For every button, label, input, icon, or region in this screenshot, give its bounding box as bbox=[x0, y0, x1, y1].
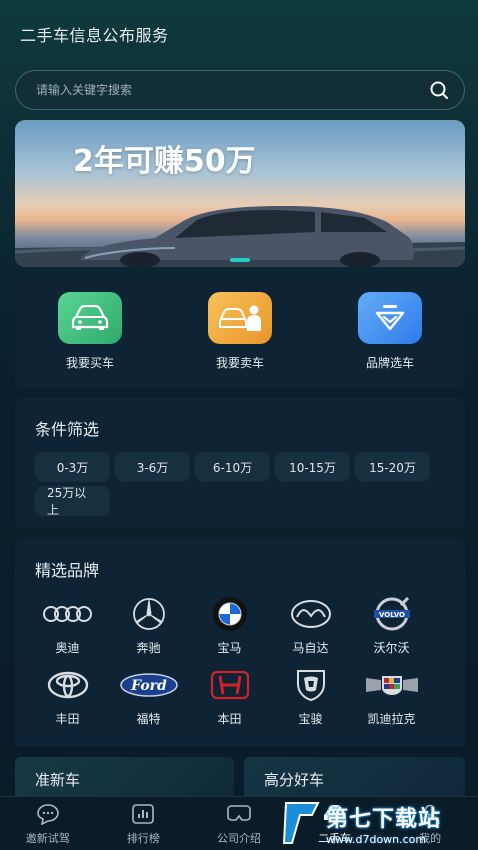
mercedes-logo-icon bbox=[119, 597, 179, 631]
ford-logo-icon: Ford bbox=[119, 668, 179, 702]
tab-ranking[interactable]: 排行榜 bbox=[98, 802, 188, 846]
brand-select-button[interactable]: 品牌选车 bbox=[335, 292, 445, 371]
price-filter-chips: 0-3万 3-6万 6-10万 10-15万 15-20万 25万以上 bbox=[35, 452, 445, 517]
brand-item-mercedes[interactable]: 奔驰 bbox=[108, 597, 189, 656]
brand-name-volvo: 沃尔沃 bbox=[373, 641, 410, 655]
site-watermark: 第七下载站 www.d7down.com bbox=[282, 796, 478, 850]
brand-item-ford[interactable]: Ford 福特 bbox=[108, 668, 189, 727]
brand-item-baojun[interactable]: 宝骏 bbox=[270, 668, 351, 727]
car-front-icon bbox=[58, 292, 122, 344]
brand-item-volvo[interactable]: VOLVO 沃尔沃 bbox=[351, 597, 432, 656]
brand-name-baojun: 宝骏 bbox=[298, 712, 323, 726]
app-title: 二手车信息公布服务 bbox=[20, 26, 169, 45]
high-score-car-card[interactable]: 高分好车 bbox=[244, 757, 465, 797]
honda-logo-icon bbox=[200, 668, 260, 702]
tab-label: 排行榜 bbox=[126, 831, 160, 845]
watermark-url: www.d7down.com bbox=[326, 832, 427, 846]
brands-panel: 精选品牌 奥迪 奔驰 宝马 马自达 VOLVO 沃尔沃 丰田 Ford 福特 本… bbox=[15, 539, 465, 747]
svg-text:VOLVO: VOLVO bbox=[379, 611, 405, 619]
d7-logo-icon bbox=[282, 802, 320, 844]
buy-car-label: 我要买车 bbox=[65, 356, 114, 370]
cadillac-logo-icon bbox=[362, 668, 422, 702]
brands-title: 精选品牌 bbox=[35, 561, 100, 580]
bar-chart-icon bbox=[129, 802, 157, 826]
brand-item-bmw[interactable]: 宝马 bbox=[189, 597, 270, 656]
baojun-logo-icon bbox=[281, 668, 341, 702]
svg-text:Ford: Ford bbox=[130, 678, 167, 694]
watermark-name: 第七下载站 bbox=[326, 806, 442, 832]
price-chip-25-plus[interactable]: 25万以上 bbox=[35, 486, 110, 517]
brand-name-cadillac: 凯迪拉克 bbox=[367, 712, 416, 726]
brand-item-toyota[interactable]: 丰田 bbox=[27, 668, 108, 727]
search-icon[interactable] bbox=[428, 79, 450, 101]
buy-car-button[interactable]: 我要买车 bbox=[35, 292, 145, 371]
brand-diamond-icon bbox=[358, 292, 422, 344]
tab-label: 邀新试驾 bbox=[25, 831, 70, 845]
vr-headset-icon bbox=[225, 802, 253, 826]
near-new-car-title: 准新车 bbox=[35, 771, 81, 789]
high-score-car-title: 高分好车 bbox=[264, 771, 325, 789]
brand-name-ford: 福特 bbox=[136, 712, 161, 726]
sell-car-button[interactable]: 我要卖车 bbox=[185, 292, 295, 371]
brand-item-cadillac[interactable]: 凯迪拉克 bbox=[351, 668, 432, 727]
brand-item-honda[interactable]: 本田 bbox=[189, 668, 270, 727]
mazda-logo-icon bbox=[281, 597, 341, 631]
audi-logo-icon bbox=[38, 597, 98, 631]
brand-name-audi: 奥迪 bbox=[55, 641, 80, 655]
price-chip-0-3[interactable]: 0-3万 bbox=[35, 452, 110, 482]
brand-grid: 奥迪 奔驰 宝马 马自达 VOLVO 沃尔沃 丰田 Ford 福特 本田 宝骏 … bbox=[27, 597, 445, 727]
promo-banner[interactable]: 2年可赚50万 bbox=[15, 120, 465, 267]
quick-actions-panel: 我要买车 我要卖车 品牌选车 bbox=[15, 276, 465, 388]
brand-item-audi[interactable]: 奥迪 bbox=[27, 597, 108, 656]
brand-name-honda: 本田 bbox=[217, 712, 242, 726]
tab-company-intro[interactable]: 公司介绍 bbox=[194, 802, 284, 846]
banner-pager-indicator bbox=[230, 258, 250, 262]
near-new-car-card[interactable]: 准新车 bbox=[15, 757, 234, 797]
price-chip-15-20[interactable]: 15-20万 bbox=[355, 452, 430, 482]
brand-select-label: 品牌选车 bbox=[365, 356, 414, 370]
price-chip-3-6[interactable]: 3-6万 bbox=[115, 452, 190, 482]
search-bar[interactable] bbox=[15, 70, 465, 110]
banner-headline: 2年可赚50万 bbox=[73, 144, 256, 179]
price-chip-6-10[interactable]: 6-10万 bbox=[195, 452, 270, 482]
volvo-logo-icon: VOLVO bbox=[362, 597, 422, 631]
filter-title: 条件筛选 bbox=[35, 420, 100, 439]
car-seller-icon bbox=[208, 292, 272, 344]
brand-name-toyota: 丰田 bbox=[55, 712, 80, 726]
brand-name-mercedes: 奔驰 bbox=[136, 641, 161, 655]
filter-panel: 条件筛选 0-3万 3-6万 6-10万 10-15万 15-20万 25万以上 bbox=[15, 398, 465, 528]
tab-invite-test-drive[interactable]: 邀新试驾 bbox=[3, 802, 93, 846]
sell-car-label: 我要卖车 bbox=[215, 356, 264, 370]
brand-item-mazda[interactable]: 马自达 bbox=[270, 597, 351, 656]
chat-bubble-icon bbox=[34, 802, 62, 826]
bmw-logo-icon bbox=[200, 597, 260, 631]
toyota-logo-icon bbox=[38, 668, 98, 702]
brand-name-bmw: 宝马 bbox=[217, 641, 242, 655]
feature-cards: 准新车 高分好车 bbox=[15, 757, 465, 797]
tab-label: 公司介绍 bbox=[216, 831, 261, 845]
brand-name-mazda: 马自达 bbox=[292, 641, 329, 655]
price-chip-10-15[interactable]: 10-15万 bbox=[275, 452, 350, 482]
search-input[interactable] bbox=[36, 83, 428, 97]
